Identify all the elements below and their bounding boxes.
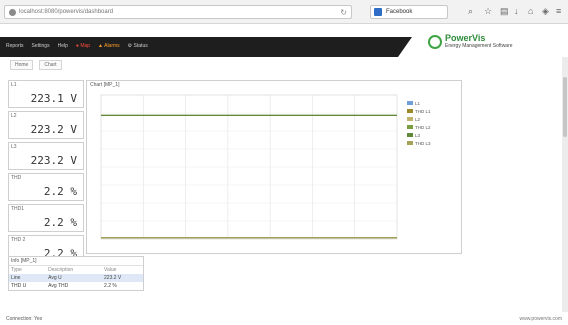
value-label: L2 bbox=[11, 113, 17, 119]
legend-label-2: L2 bbox=[415, 117, 421, 122]
table-cell: 2.2 % bbox=[104, 283, 117, 289]
value-label: THD bbox=[11, 175, 22, 181]
status-label: Status bbox=[133, 43, 148, 49]
value-label: THD 2 bbox=[11, 237, 26, 243]
tab-chart[interactable]: Chart bbox=[39, 60, 62, 70]
legend-label-4: L3 bbox=[415, 133, 421, 138]
page-scrollbar[interactable] bbox=[562, 57, 568, 312]
info-table: Info [MP_1] Type Description Value Line … bbox=[8, 256, 144, 291]
table-cell: THD U bbox=[11, 283, 27, 289]
menu-item-map[interactable]: ● Map bbox=[76, 43, 90, 49]
menu-item-reports[interactable]: Reports bbox=[6, 43, 24, 49]
tab-bar: Home Chart bbox=[10, 60, 62, 70]
table-row[interactable]: Line Avg U 223.2 V bbox=[9, 274, 143, 282]
address-bar[interactable]: localhost:8080/powervis/dashboard ↻ bbox=[4, 5, 352, 19]
logo-name: PowerVis bbox=[445, 33, 486, 43]
value-reading: 223.2 V bbox=[30, 123, 77, 136]
search-engine-icon bbox=[374, 8, 382, 16]
star-icon[interactable]: ☆ bbox=[484, 6, 492, 16]
table-cell: 223.2 V bbox=[102, 274, 143, 282]
scrollbar-thumb[interactable] bbox=[563, 77, 567, 137]
chart-panel: Chart [MP_1] L1 THD L1 L2 THD L2 L3 THD L3 bbox=[86, 80, 462, 254]
table-cell: Avg THD bbox=[48, 283, 69, 289]
value-label: L3 bbox=[11, 144, 17, 150]
extension-icon[interactable]: ◈ bbox=[542, 6, 549, 16]
value-label: THD1 bbox=[11, 206, 25, 212]
alarms-label: Alarms bbox=[104, 43, 120, 49]
legend-label-0: L1 bbox=[415, 101, 421, 106]
value-reading: 2.2 % bbox=[43, 216, 77, 229]
footer-link[interactable]: www.powervis.com bbox=[519, 316, 562, 322]
legend-label-1: THD L1 bbox=[415, 109, 431, 114]
value-reading: 2.2 % bbox=[43, 185, 77, 198]
column-header[interactable]: Description bbox=[46, 266, 102, 274]
powervis-logo: PowerVis Energy Management Software bbox=[428, 34, 513, 49]
legend-label-5: THD L3 bbox=[415, 141, 431, 146]
value-panel-l1: L1 223.1 V bbox=[8, 80, 84, 108]
legend-swatch-0 bbox=[407, 101, 413, 105]
value-panel-l2: L2 223.2 V bbox=[8, 111, 84, 139]
url-text: localhost:8080/powervis/dashboard bbox=[19, 9, 114, 15]
legend-swatch-4 bbox=[407, 133, 413, 137]
legend-label-3: THD L2 bbox=[415, 125, 431, 130]
value-reading: 223.2 V bbox=[30, 154, 77, 167]
menu-item-alarms[interactable]: ▲ Alarms bbox=[98, 43, 120, 49]
value-reading: 223.1 V bbox=[30, 92, 77, 105]
logo-mark-icon bbox=[428, 34, 442, 49]
value-panels: L1 223.1 V L2 223.2 V L3 223.2 V THD 2.2… bbox=[8, 80, 84, 266]
info-table-caption: Info [MP_1] bbox=[9, 257, 143, 266]
column-header[interactable]: Type bbox=[9, 266, 46, 274]
chart-title: Chart [MP_1] bbox=[90, 82, 120, 88]
value-panel-l3: L3 223.2 V bbox=[8, 142, 84, 170]
menu-item-settings[interactable]: Settings bbox=[32, 43, 50, 49]
line-chart[interactable]: L1 THD L1 L2 THD L2 L3 THD L3 bbox=[87, 89, 461, 253]
reader-icon[interactable]: ▤ bbox=[500, 6, 509, 16]
table-row[interactable]: THD U Avg THD 2.2 % bbox=[9, 282, 143, 290]
map-label: Map bbox=[80, 43, 91, 49]
legend-swatch-2 bbox=[407, 117, 413, 121]
menu-item-status[interactable]: ⚙ Status bbox=[128, 43, 148, 49]
menu-item-help[interactable]: Help bbox=[58, 43, 68, 49]
legend-swatch-3 bbox=[407, 125, 413, 129]
legend-swatch-5 bbox=[407, 141, 413, 145]
menu-icon[interactable]: ≡ bbox=[556, 6, 561, 16]
table-cell: Avg U bbox=[46, 274, 103, 282]
home-icon[interactable]: ⌂ bbox=[528, 6, 533, 16]
value-label: L1 bbox=[11, 82, 17, 88]
reload-icon[interactable]: ↻ bbox=[340, 8, 347, 17]
value-panel-thd1: THD1 2.2 % bbox=[8, 204, 84, 232]
search-icon[interactable]: ⌕ bbox=[468, 6, 473, 16]
site-info-icon[interactable] bbox=[9, 9, 16, 16]
main-menu: Reports Settings Help ● Map ▲ Alarms ⚙ S… bbox=[6, 43, 148, 49]
value-panel-thd: THD 2.2 % bbox=[8, 173, 84, 201]
table-cell: Line bbox=[9, 274, 47, 282]
legend-swatch-1 bbox=[407, 109, 413, 113]
logo-tagline: Energy Management Software bbox=[445, 43, 513, 49]
column-header[interactable]: Value bbox=[102, 266, 143, 274]
status-text: Connection: Yes bbox=[6, 316, 43, 322]
download-icon[interactable]: ↓ bbox=[514, 6, 519, 16]
browser-toolbar: localhost:8080/powervis/dashboard ↻ Face… bbox=[0, 0, 568, 24]
tab-home[interactable]: Home bbox=[10, 60, 34, 70]
search-input[interactable]: Facebook bbox=[370, 5, 448, 19]
search-text: Facebook bbox=[386, 9, 413, 15]
